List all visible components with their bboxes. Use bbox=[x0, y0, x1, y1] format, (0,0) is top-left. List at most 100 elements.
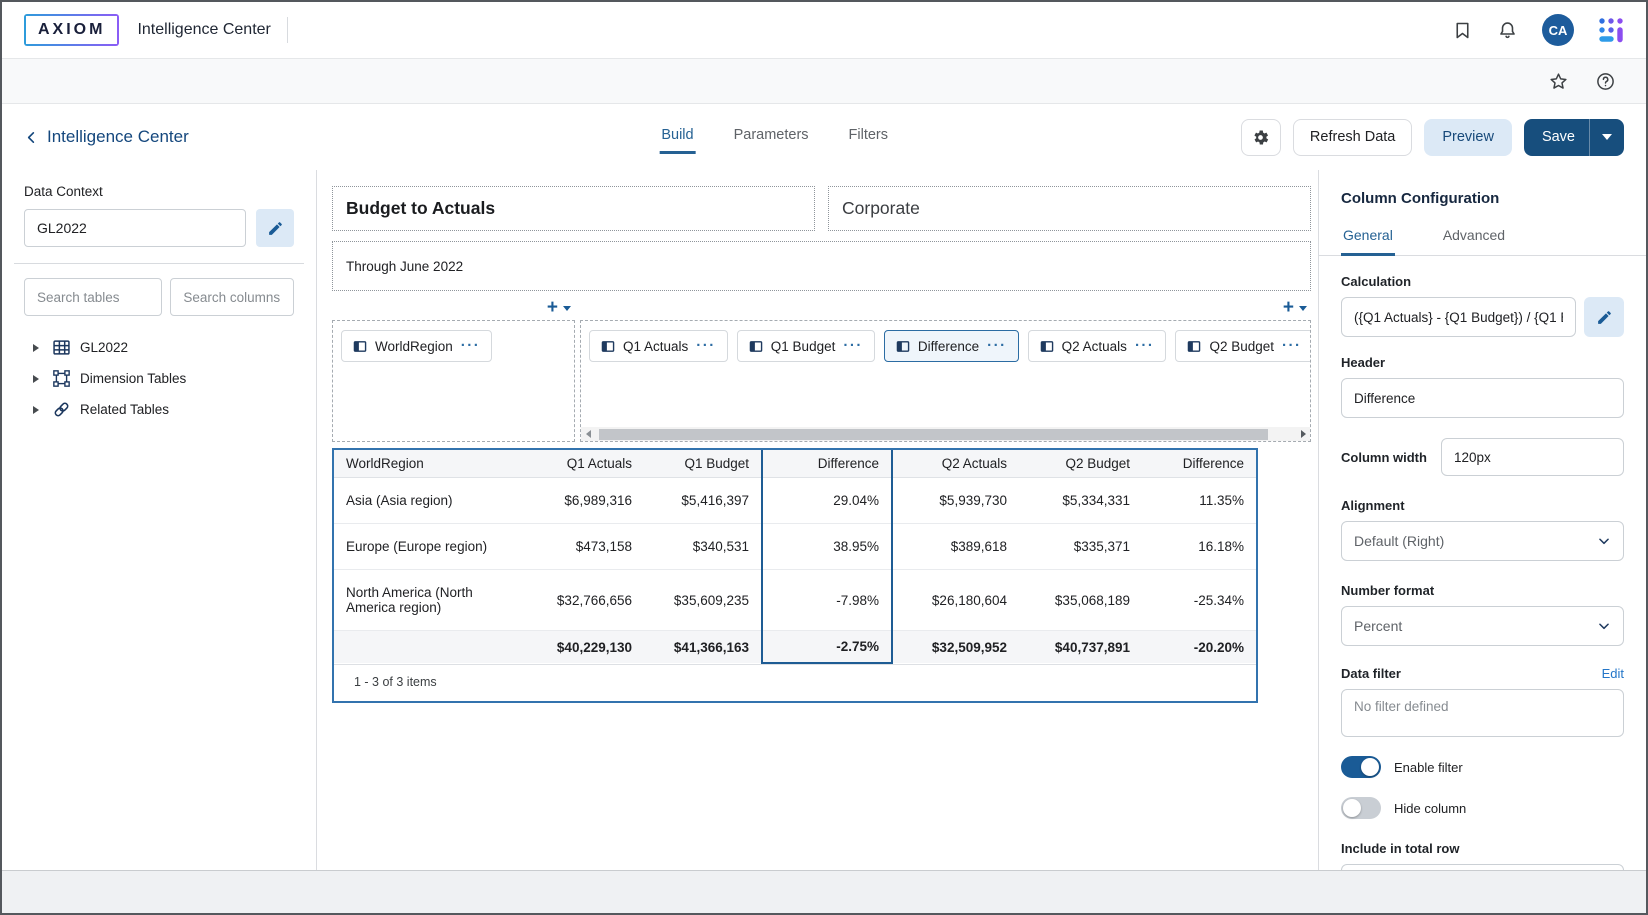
app-title: Intelligence Center bbox=[137, 21, 270, 39]
column-icon bbox=[601, 340, 615, 353]
column-header-q1-actuals[interactable]: Q1 Actuals bbox=[527, 450, 644, 478]
table-cell: $5,416,397 bbox=[644, 478, 762, 524]
bookmark-icon[interactable] bbox=[1452, 20, 1473, 41]
data-filter-input[interactable]: No filter defined bbox=[1341, 689, 1624, 737]
column-icon bbox=[1187, 340, 1201, 353]
column-header-q2-budget[interactable]: Q2 Budget bbox=[1019, 450, 1142, 478]
plus-icon: + bbox=[1283, 298, 1294, 317]
calculation-input[interactable]: ({Q1 Actuals} - {Q1 Budget}) / {Q1 Bud… bbox=[1341, 297, 1576, 337]
include-total-select[interactable]: Default (true) bbox=[1341, 864, 1624, 870]
column-chip-worldregion[interactable]: WorldRegion bbox=[341, 330, 492, 362]
chevron-down-icon bbox=[1597, 534, 1611, 548]
column-chip-difference[interactable]: Difference bbox=[884, 330, 1019, 362]
tab-parameters[interactable]: Parameters bbox=[732, 121, 811, 154]
table-cell: -7.98% bbox=[762, 570, 892, 631]
preview-button[interactable]: Preview bbox=[1424, 119, 1512, 156]
column-chip-q1-budget[interactable]: Q1 Budget bbox=[737, 330, 875, 362]
table-cell: $389,618 bbox=[892, 524, 1019, 570]
search-tables-input[interactable]: Search tables bbox=[24, 278, 162, 316]
column-header-q1-budget[interactable]: Q1 Budget bbox=[644, 450, 762, 478]
scrollbar-thumb[interactable] bbox=[599, 429, 1268, 440]
gear-icon bbox=[1251, 128, 1270, 147]
column-configuration-panel: Column Configuration GeneralAdvanced Cal… bbox=[1318, 170, 1646, 870]
data-filter-label: Data filter bbox=[1341, 666, 1401, 681]
column-header-difference[interactable]: Difference bbox=[1142, 450, 1256, 478]
scroll-left-arrow[interactable] bbox=[581, 427, 595, 441]
number-format-select[interactable]: Percent bbox=[1341, 606, 1624, 646]
column-chip-q2-actuals[interactable]: Q2 Actuals bbox=[1028, 330, 1167, 362]
tree-item-gl2022[interactable]: GL2022 bbox=[24, 332, 294, 363]
header-input[interactable]: Difference bbox=[1341, 378, 1624, 418]
report-title-block[interactable]: Budget to Actuals bbox=[332, 186, 815, 231]
expand-caret-icon[interactable] bbox=[33, 406, 39, 414]
column-chip-q1-actuals[interactable]: Q1 Actuals bbox=[589, 330, 728, 362]
secondary-bar bbox=[2, 59, 1646, 104]
tab-build[interactable]: Build bbox=[659, 121, 695, 154]
scroll-right-arrow[interactable] bbox=[1296, 427, 1310, 441]
table-cell: North America (North America region) bbox=[334, 570, 527, 631]
expand-caret-icon[interactable] bbox=[33, 344, 39, 352]
expand-caret-icon[interactable] bbox=[33, 375, 39, 383]
search-columns-input[interactable]: Search columns bbox=[170, 278, 294, 316]
panel-tab-general[interactable]: General bbox=[1341, 223, 1395, 256]
save-dropdown-toggle[interactable] bbox=[1589, 119, 1624, 156]
favorite-star-icon[interactable] bbox=[1548, 71, 1569, 92]
data-context-input[interactable]: GL2022 bbox=[24, 209, 246, 247]
alignment-select[interactable]: Default (Right) bbox=[1341, 521, 1624, 561]
column-icon bbox=[896, 340, 910, 353]
data-table-component[interactable]: WorldRegionQ1 ActualsQ1 BudgetDifference… bbox=[332, 448, 1258, 703]
enable-filter-label: Enable filter bbox=[1394, 760, 1463, 775]
save-button-label: Save bbox=[1524, 129, 1589, 145]
report-toolbar: Intelligence Center Build Parameters Filte… bbox=[2, 104, 1646, 170]
table-row: North America (North America region)$32,… bbox=[334, 570, 1256, 631]
user-avatar[interactable]: CA bbox=[1542, 14, 1574, 46]
dimension-icon bbox=[51, 370, 71, 387]
total-cell: $40,229,130 bbox=[527, 631, 644, 664]
table-header-row: WorldRegionQ1 ActualsQ1 BudgetDifference… bbox=[334, 450, 1256, 478]
chevron-left-icon bbox=[24, 130, 39, 145]
help-icon[interactable] bbox=[1595, 71, 1616, 92]
edit-data-context-button[interactable] bbox=[256, 209, 294, 247]
settings-gear-button[interactable] bbox=[1241, 119, 1281, 156]
columns-scrollbar[interactable] bbox=[581, 427, 1310, 441]
content-area: Data Context GL2022 Search tables Search… bbox=[2, 170, 1646, 871]
column-header-q2-actuals[interactable]: Q2 Actuals bbox=[892, 450, 1019, 478]
column-icon bbox=[1040, 340, 1054, 353]
items-count: 1 - 3 of 3 items bbox=[334, 664, 1256, 701]
app-grid-icon[interactable] bbox=[1598, 17, 1624, 43]
tab-filters[interactable]: Filters bbox=[847, 121, 890, 154]
chevron-down-icon bbox=[563, 306, 571, 311]
tree-item-dimension-tables[interactable]: Dimension Tables bbox=[24, 363, 294, 394]
table-cell: $35,068,189 bbox=[1019, 570, 1142, 631]
add-column-button[interactable]: + bbox=[1283, 298, 1307, 317]
axiom-logo[interactable]: AXIOM bbox=[24, 14, 119, 46]
column-header-worldregion[interactable]: WorldRegion bbox=[334, 450, 527, 478]
refresh-data-button[interactable]: Refresh Data bbox=[1293, 119, 1412, 156]
link-icon bbox=[51, 401, 71, 418]
tree-item-related-tables[interactable]: Related Tables bbox=[24, 394, 294, 425]
report-period-block[interactable]: Through June 2022 bbox=[332, 241, 1311, 291]
table-cell: -25.34% bbox=[1142, 570, 1256, 631]
save-button[interactable]: Save bbox=[1524, 119, 1624, 156]
table-cell: $340,531 bbox=[644, 524, 762, 570]
back-link[interactable]: Intelligence Center bbox=[24, 127, 189, 147]
total-cell: $32,509,952 bbox=[892, 631, 1019, 664]
columns-zone: Q1 Actuals Q1 Budget Difference Q2 ActualsQ… bbox=[580, 320, 1311, 442]
column-chip-q2-budget[interactable]: Q2 Budget bbox=[1175, 330, 1311, 362]
notifications-bell-icon[interactable] bbox=[1497, 20, 1518, 41]
table-cell: $32,766,656 bbox=[527, 570, 644, 631]
pencil-icon bbox=[267, 220, 284, 237]
edit-calculation-button[interactable] bbox=[1584, 297, 1624, 337]
hide-column-toggle[interactable] bbox=[1341, 797, 1381, 819]
edit-filter-link[interactable]: Edit bbox=[1602, 666, 1624, 681]
add-row-group-button[interactable]: + bbox=[547, 298, 571, 317]
enable-filter-toggle[interactable] bbox=[1341, 756, 1381, 778]
column-header-difference[interactable]: Difference bbox=[762, 450, 892, 478]
report-subtitle-block[interactable]: Corporate bbox=[828, 186, 1311, 231]
total-cell: $41,366,163 bbox=[644, 631, 762, 664]
panel-tabs: General Advanced bbox=[1319, 223, 1646, 256]
table-cell: $6,989,316 bbox=[527, 478, 644, 524]
report-canvas: Budget to Actuals Corporate Through June… bbox=[317, 170, 1318, 870]
column-width-input[interactable]: 120px bbox=[1441, 438, 1624, 476]
panel-tab-advanced[interactable]: Advanced bbox=[1441, 223, 1507, 256]
